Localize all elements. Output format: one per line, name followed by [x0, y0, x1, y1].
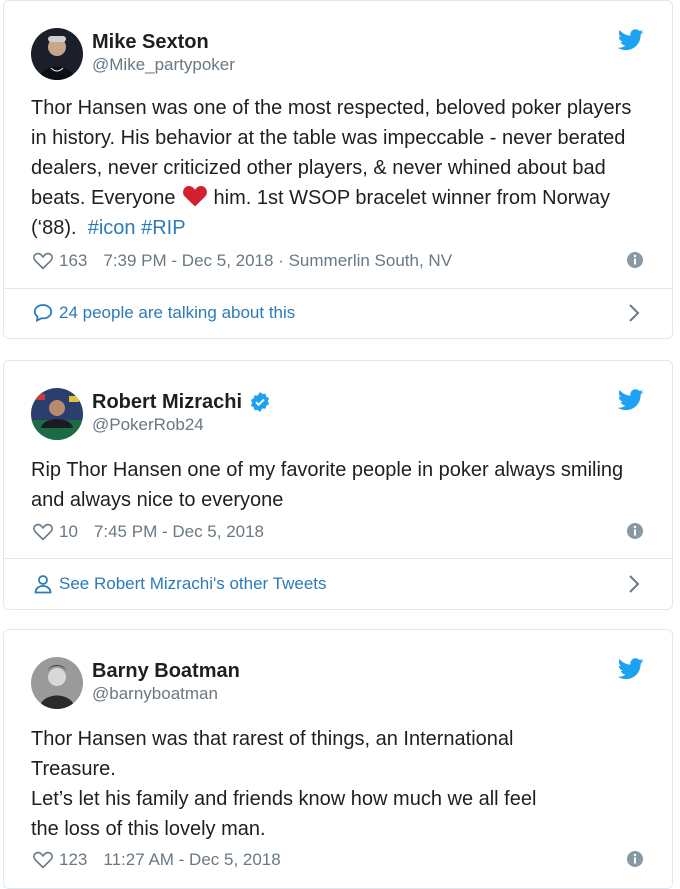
- tweet-text: Thor Hansen was that rarest of things, a…: [31, 728, 537, 840]
- divider: [4, 288, 672, 289]
- tweet-card: Mike Sexton @Mike_partypoker Thor Hansen…: [3, 0, 673, 339]
- footer-label[interactable]: See Robert Mizrachi's other Tweets: [59, 574, 327, 594]
- display-name[interactable]: Robert Mizrachi: [92, 390, 242, 414]
- twitter-bird-icon[interactable]: [618, 29, 644, 51]
- heart-emoji-icon: [182, 186, 207, 207]
- other-tweets-link[interactable]: See Robert Mizrachi's other Tweets: [33, 572, 644, 596]
- tweet-meta: 10 7:45 PM - Dec 5, 2018: [33, 520, 644, 544]
- display-name[interactable]: Mike Sexton: [92, 30, 209, 54]
- tweet-meta: 163 7:39 PM - Dec 5, 2018 · Summerlin So…: [33, 249, 644, 273]
- tweet-meta: 123 11:27 AM - Dec 5, 2018: [33, 848, 644, 872]
- conversation-link[interactable]: 24 people are talking about this: [33, 301, 644, 325]
- display-name[interactable]: Barny Boatman: [92, 659, 240, 683]
- avatar[interactable]: [31, 388, 83, 440]
- tweet-card: Robert Mizrachi @PokerRob24 Rip Thor Han…: [3, 360, 673, 610]
- info-icon[interactable]: [626, 522, 644, 540]
- info-icon[interactable]: [626, 850, 644, 868]
- timestamp[interactable]: 7:45 PM - Dec 5, 2018: [94, 522, 264, 542]
- footer-label[interactable]: 24 people are talking about this: [59, 303, 295, 323]
- hashtag-link[interactable]: #icon: [88, 217, 136, 239]
- like-count[interactable]: 123: [59, 850, 87, 870]
- location[interactable]: · Summerlin South, NV: [278, 251, 452, 271]
- chevron-right-icon[interactable]: [628, 574, 640, 594]
- heart-outline-icon[interactable]: [33, 252, 53, 270]
- twitter-bird-icon[interactable]: [618, 389, 644, 411]
- avatar[interactable]: [31, 657, 83, 709]
- user-handle[interactable]: @PokerRob24: [92, 415, 204, 435]
- tweet-text: Rip Thor Hansen one of my favorite peopl…: [31, 459, 624, 511]
- person-icon: [34, 575, 52, 594]
- speech-bubble-icon: [33, 304, 53, 323]
- user-handle[interactable]: @Mike_partypoker: [92, 55, 235, 75]
- chevron-right-icon[interactable]: [628, 303, 640, 323]
- like-count[interactable]: 163: [59, 251, 87, 271]
- user-handle[interactable]: @barnyboatman: [92, 684, 218, 704]
- tweet-text: Thor Hansen was one of the most respecte…: [31, 97, 632, 239]
- divider: [4, 558, 672, 559]
- hashtag-link[interactable]: #RIP: [141, 217, 185, 239]
- timestamp[interactable]: 7:39 PM - Dec 5, 2018: [103, 251, 273, 271]
- verified-badge-icon: [251, 392, 270, 412]
- heart-outline-icon[interactable]: [33, 523, 53, 541]
- info-icon[interactable]: [626, 251, 644, 269]
- avatar[interactable]: [31, 28, 83, 80]
- like-count[interactable]: 10: [59, 522, 78, 542]
- tweet-card: Barny Boatman @barnyboatman Thor Hansen …: [3, 629, 673, 889]
- timestamp[interactable]: 11:27 AM - Dec 5, 2018: [103, 850, 280, 870]
- heart-outline-icon[interactable]: [33, 851, 53, 869]
- twitter-bird-icon[interactable]: [618, 658, 644, 680]
